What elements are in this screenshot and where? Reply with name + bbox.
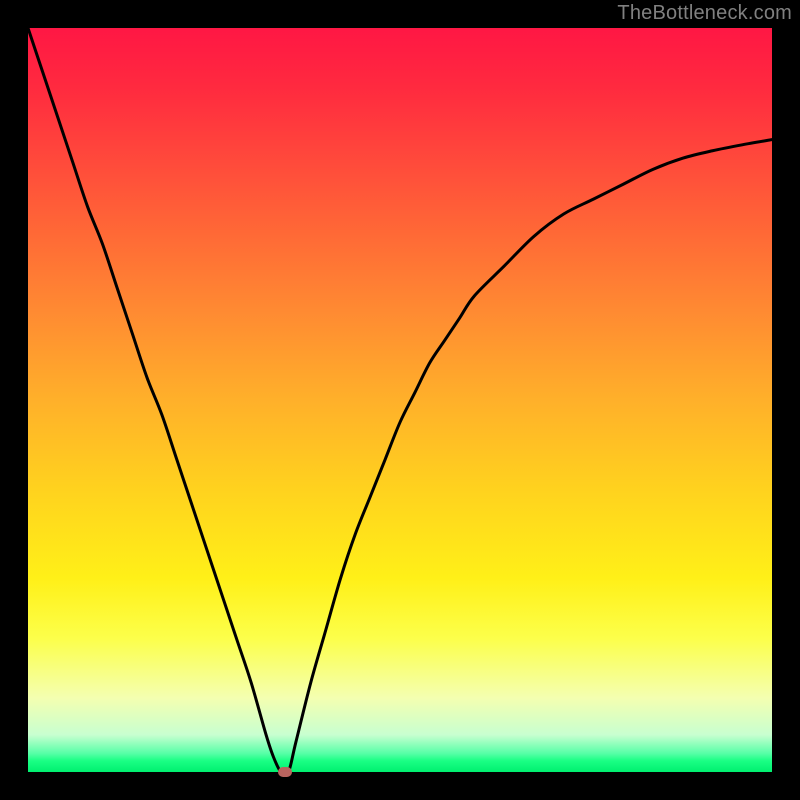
optimal-point-marker [278,767,292,777]
watermark-text: TheBottleneck.com [617,2,792,25]
bottleneck-curve [28,28,772,772]
chart-plot-area [28,28,772,772]
chart-frame: TheBottleneck.com [0,0,800,800]
